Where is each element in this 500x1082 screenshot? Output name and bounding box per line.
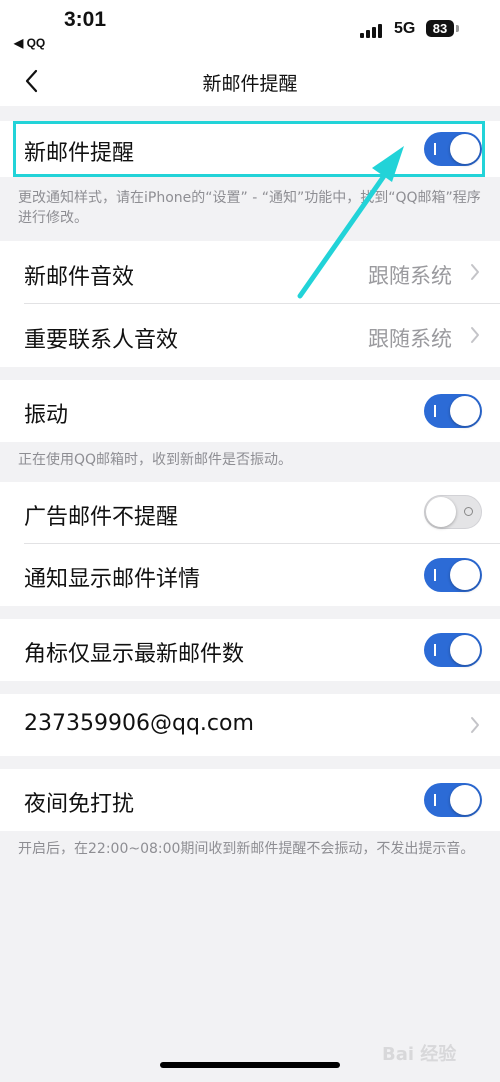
chevron-right-icon [471,264,479,280]
home-indicator[interactable] [160,1062,340,1068]
ad-mail-no-alert-toggle[interactable] [424,495,482,529]
notification-section: 广告邮件不提醒 通知显示邮件详情 [0,482,500,606]
toggle-off-glyph [464,507,473,516]
toggle-knob [426,497,456,527]
chevron-right-icon [471,327,479,343]
ad-mail-no-alert-label: 广告邮件不提醒 [24,505,179,530]
battery-icon: 83 [426,20,454,37]
network-label: 5G [394,20,416,37]
sound-section: 新邮件音效 跟随系统 重要联系人音效 跟随系统 [0,241,500,367]
night-dnd-note: 开启后，在22:00~08:00期间收到新邮件提醒不会振动，不发出提示音。 [18,841,475,857]
status-time: 3:01 [64,8,107,31]
watermark-logo: Bai 经验 [382,1044,457,1065]
status-bar: 3:01 ◀ QQ 5G 83 [0,0,500,56]
account-email: 237359906@qq.com [24,711,254,736]
toggle-knob [450,560,480,590]
back-to-app-link[interactable]: ◀ QQ [14,36,45,50]
night-dnd-toggle[interactable] [424,783,482,817]
show-mail-details-label: 通知显示邮件详情 [24,567,201,592]
new-mail-sound-value: 跟随系统 [368,264,452,288]
battery-tip [456,25,459,32]
badge-latest-count-label: 角标仅显示最新邮件数 [24,642,245,667]
badge-latest-count-toggle[interactable] [424,633,482,667]
highlight-box [13,121,485,177]
ad-mail-no-alert-row[interactable]: 广告邮件不提醒 [0,482,500,543]
chevron-right-icon [471,717,479,733]
nav-bar: 新邮件提醒 [0,56,500,106]
vibrate-row[interactable]: 振动 [0,380,500,442]
show-mail-details-row[interactable]: 通知显示邮件详情 [0,544,500,606]
page-title: 新邮件提醒 [202,73,298,95]
new-mail-note: 更改通知样式，请在iPhone的“设置” - “通知”功能中，找到“QQ邮箱”程… [18,190,481,226]
toggle-knob [450,396,480,426]
signal-icon [360,22,386,38]
badge-latest-count-row[interactable]: 角标仅显示最新邮件数 [0,619,500,681]
show-mail-details-toggle[interactable] [424,558,482,592]
toggle-on-glyph [434,794,436,806]
vibrate-label: 振动 [24,403,69,428]
night-dnd-row[interactable]: 夜间免打扰 [0,769,500,831]
toggle-on-glyph [434,569,436,581]
night-dnd-label: 夜间免打扰 [24,792,135,817]
vip-contact-sound-row[interactable]: 重要联系人音效 跟随系统 [0,304,500,367]
toggle-knob [450,635,480,665]
toggle-knob [450,785,480,815]
vip-contact-sound-value: 跟随系统 [368,327,452,351]
account-row[interactable]: 237359906@qq.com [0,694,500,756]
toggle-on-glyph [434,405,436,417]
new-mail-sound-row[interactable]: 新邮件音效 跟随系统 [0,241,500,303]
vip-contact-sound-label: 重要联系人音效 [24,328,179,353]
vibrate-note: 正在使用QQ邮箱时，收到新邮件是否振动。 [18,452,293,468]
toggle-on-glyph [434,644,436,656]
new-mail-sound-label: 新邮件音效 [24,265,135,290]
vibrate-toggle[interactable] [424,394,482,428]
